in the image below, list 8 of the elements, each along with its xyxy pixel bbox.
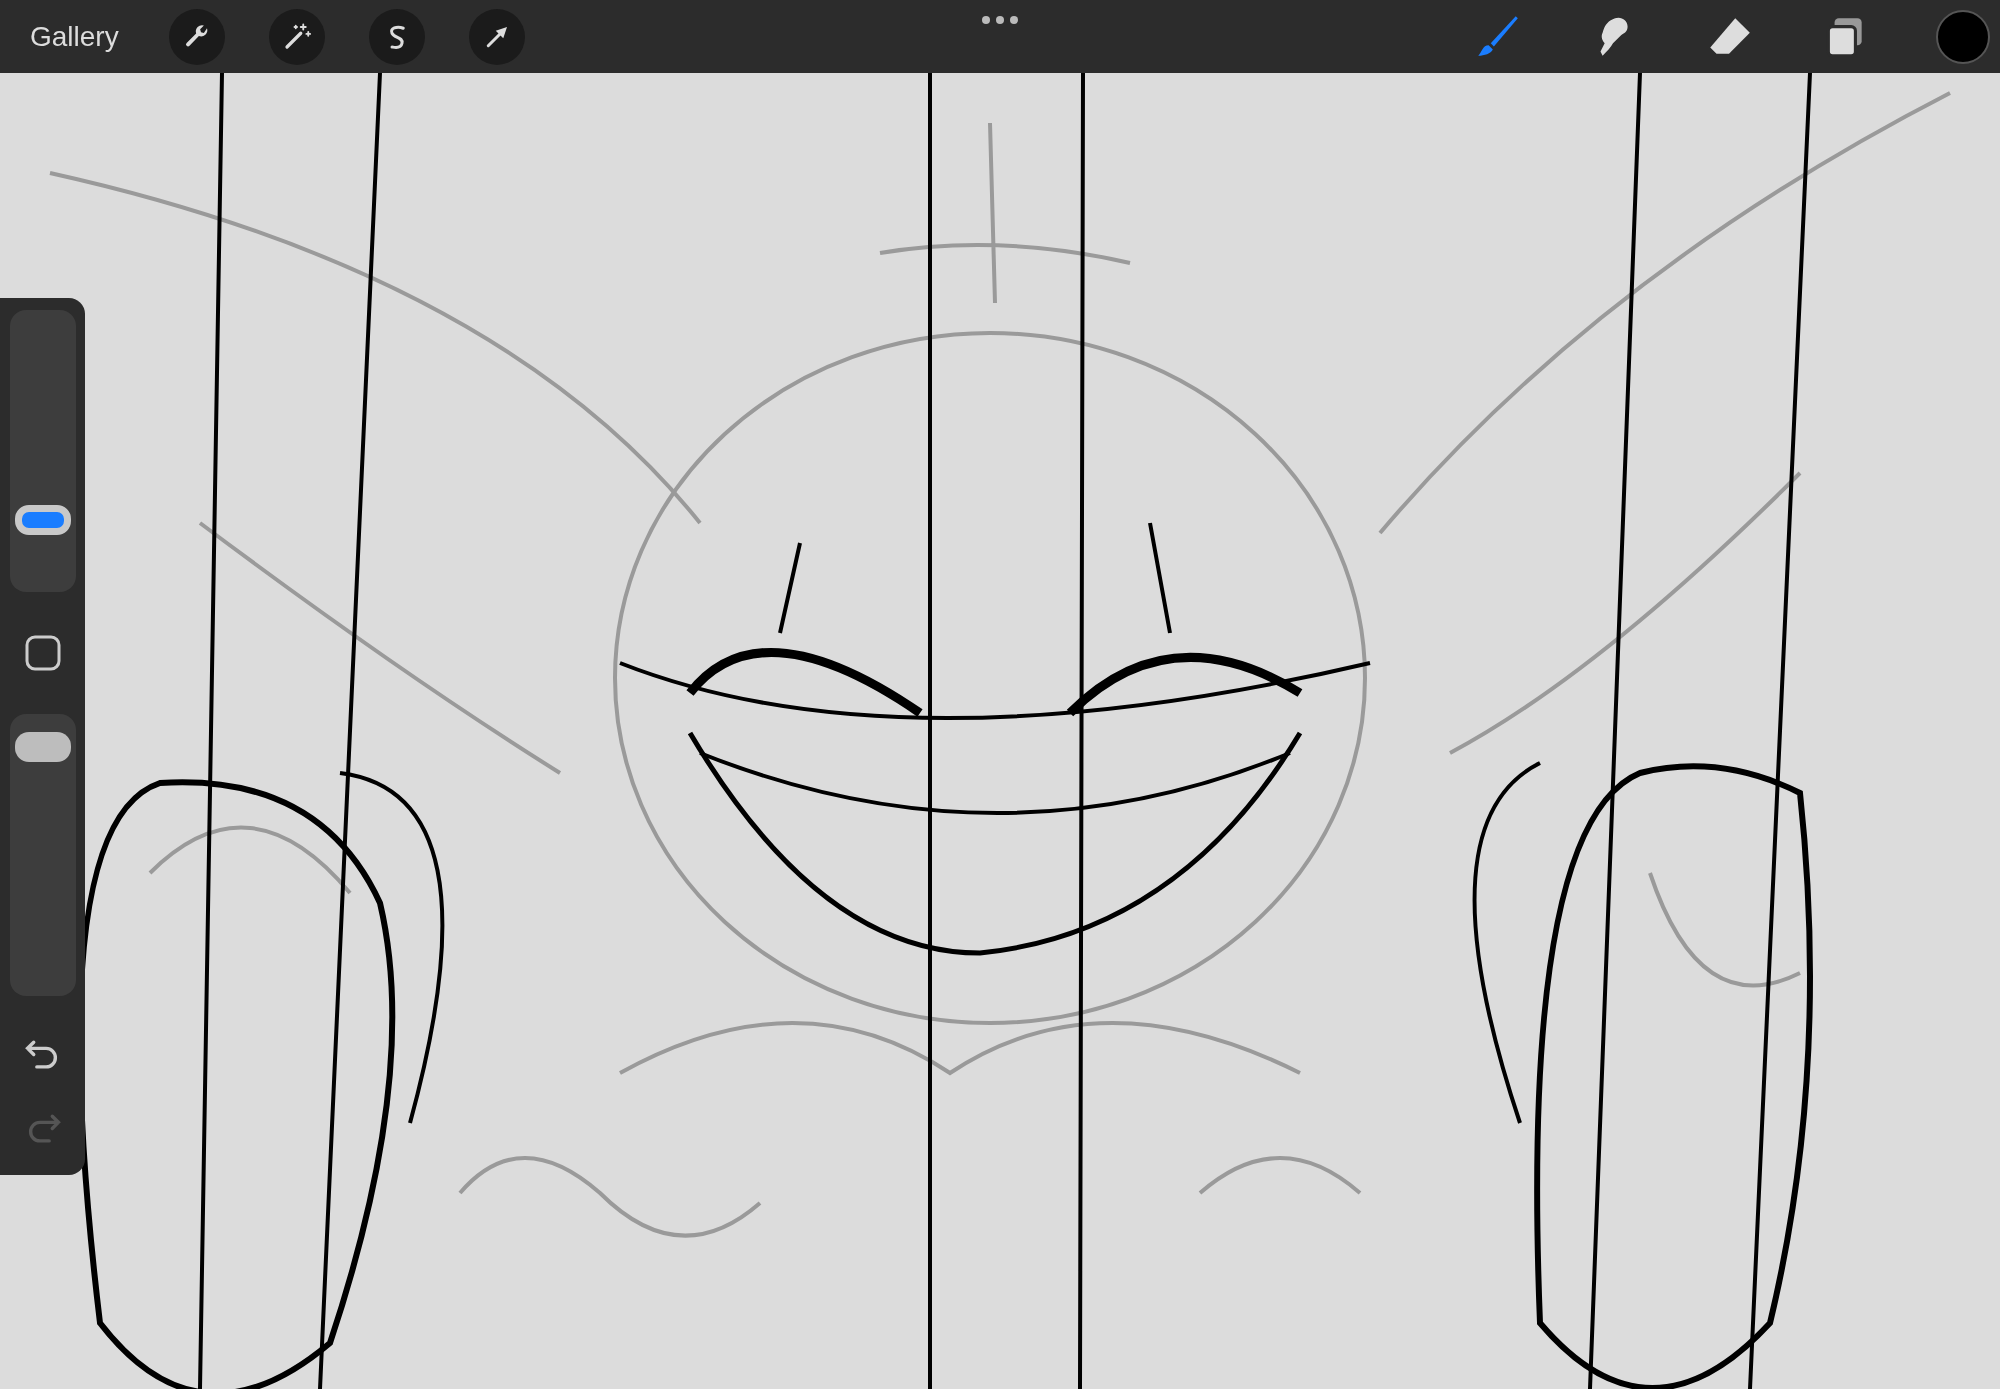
slider-thumb[interactable] (14, 731, 71, 762)
gallery-button[interactable]: Gallery (30, 20, 119, 53)
modify-button-icon[interactable] (23, 634, 62, 672)
opacity-slider[interactable] (9, 714, 76, 996)
brush-size-slider[interactable] (9, 310, 76, 592)
more-icon[interactable] (980, 14, 1020, 26)
color-swatch[interactable] (1936, 9, 1990, 64)
slider-thumb[interactable] (14, 505, 71, 535)
